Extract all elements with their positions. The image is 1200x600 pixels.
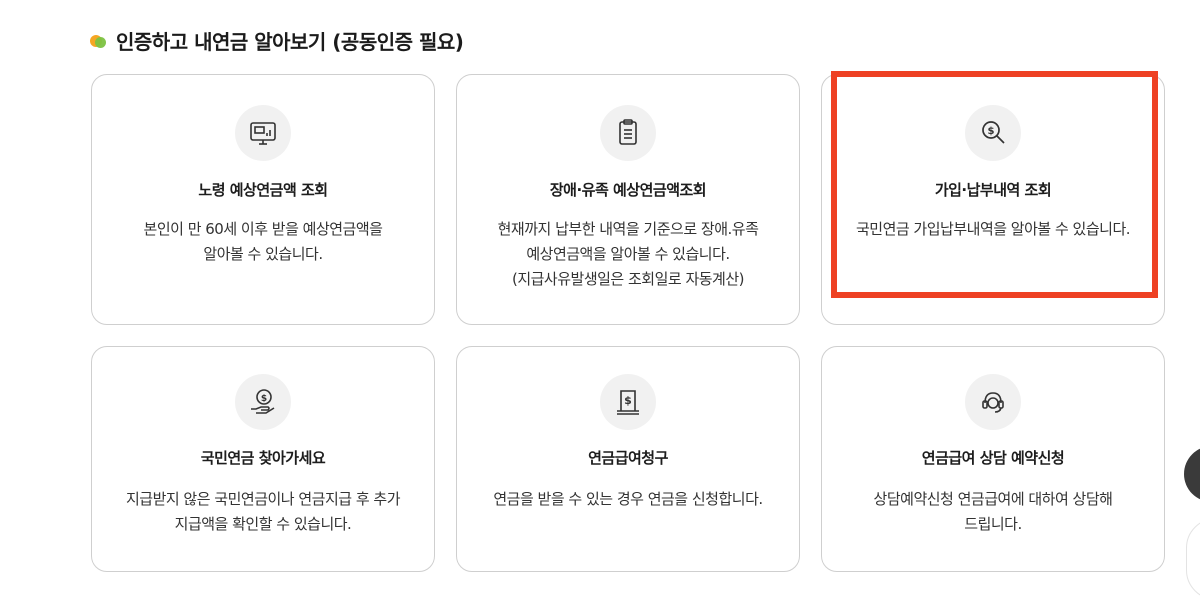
- card-description: 상담예약신청 연금급여에 대하여 상담해 드립니다.: [873, 490, 1113, 533]
- card-title: 연금급여 상담 예약신청: [921, 449, 1065, 467]
- card-enrollment-payment-history[interactable]: $ 가입·납부내역 조회 국민연금 가입납부내역을 알아볼 수 있습니다.: [821, 74, 1165, 325]
- dollar-magnifier-icon: $: [965, 105, 1021, 161]
- card-consultation-reservation[interactable]: 연금급여 상담 예약신청 상담예약신청 연금급여에 대하여 상담해 드립니다.: [821, 346, 1165, 572]
- bullet-dot-icon: [90, 32, 108, 50]
- hand-coin-icon: $: [235, 374, 291, 430]
- section-header: 인증하고 내연금 알아보기 (공동인증 필요): [90, 26, 464, 55]
- svg-text:$: $: [988, 126, 995, 137]
- card-pension-benefit-claim[interactable]: $ 연금급여청구 연금을 받을 수 있는 경우 연금을 신청합니다.: [456, 346, 800, 572]
- card-old-age-pension-estimate[interactable]: 노령 예상연금액 조회 본인이 만 60세 이후 받을 예상연금액을 알아볼 수…: [91, 74, 435, 325]
- monitor-chart-icon: [235, 105, 291, 161]
- card-disability-survivor-estimate[interactable]: 장애·유족 예상연금액조회 현재까지 납부한 내역을 기준으로 장애.유족 예상…: [456, 74, 800, 325]
- card-find-pension[interactable]: $ 국민연금 찾아가세요 지급받지 않은 국민연금이나 연금지급 후 추가 지급…: [91, 346, 435, 572]
- dollar-document-icon: $: [600, 374, 656, 430]
- floating-panel[interactable]: [1186, 518, 1200, 600]
- document-list-icon: [600, 105, 656, 161]
- card-description: 지급받지 않은 국민연금이나 연금지급 후 추가 지급액을 확인할 수 있습니다…: [125, 490, 401, 533]
- card-title: 국민연금 찾아가세요: [200, 449, 326, 467]
- svg-text:$: $: [261, 394, 267, 404]
- section-title: 인증하고 내연금 알아보기 (공동인증 필요): [116, 30, 464, 54]
- card-title: 연금급여청구: [588, 449, 668, 467]
- card-description: 현재까지 납부한 내역을 기준으로 장애.유족 예상연금액을 알아볼 수 있습니…: [497, 220, 759, 288]
- card-title: 장애·유족 예상연금액조회: [549, 181, 707, 199]
- card-description: 국민연금 가입납부내역을 알아볼 수 있습니다.: [855, 220, 1131, 238]
- card-title: 가입·납부내역 조회: [934, 181, 1052, 199]
- headset-counselor-icon: [965, 374, 1021, 430]
- card-title: 노령 예상연금액 조회: [198, 181, 328, 199]
- svg-text:$: $: [624, 394, 632, 407]
- floating-button[interactable]: [1184, 446, 1200, 502]
- card-description: 본인이 만 60세 이후 받을 예상연금액을 알아볼 수 있습니다.: [143, 220, 383, 263]
- card-description: 연금을 받을 수 있는 경우 연금을 신청합니다.: [493, 490, 763, 508]
